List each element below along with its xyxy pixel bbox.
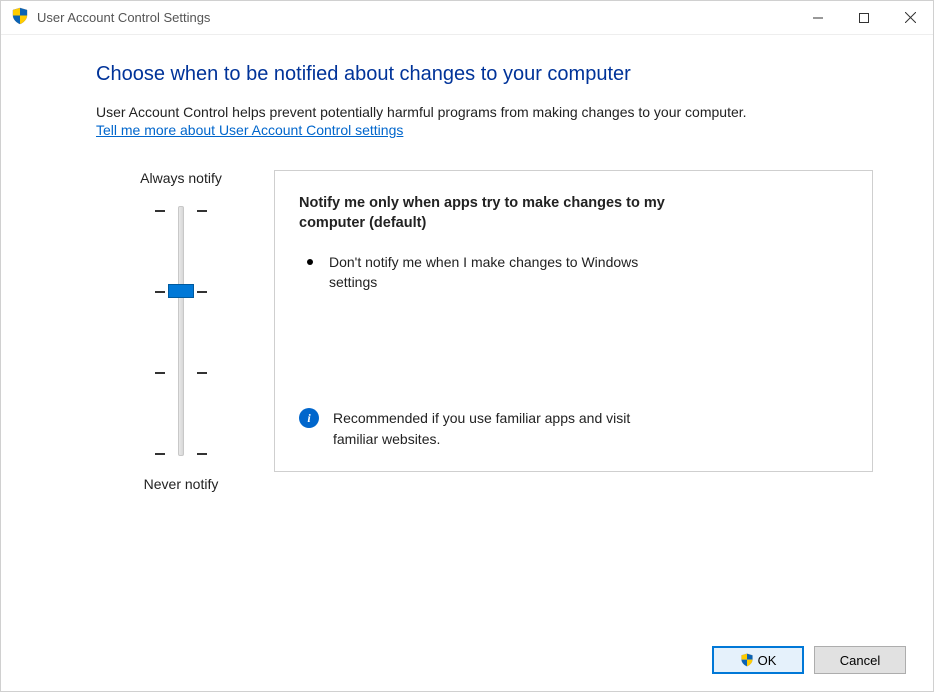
slider-track <box>178 206 184 456</box>
slider-label-never: Never notify <box>96 476 266 492</box>
learn-more-link[interactable]: Tell me more about User Account Control … <box>96 122 403 138</box>
recommendation-row: i Recommended if you use familiar apps a… <box>299 408 848 449</box>
slider-tick <box>155 372 165 374</box>
slider-tick <box>155 453 165 455</box>
close-button[interactable] <box>887 1 933 34</box>
panel-bullet-text: Don't notify me when I make changes to W… <box>329 252 659 293</box>
title-bar: User Account Control Settings <box>1 1 933 35</box>
slider-tick <box>155 291 165 293</box>
panel-title: Notify me only when apps try to make cha… <box>299 193 679 234</box>
slider-tick <box>197 372 207 374</box>
slider-tick <box>197 291 207 293</box>
cancel-button-label: Cancel <box>840 653 880 668</box>
dialog-footer: OK Cancel <box>712 646 906 674</box>
slider-tick <box>197 210 207 212</box>
bullet-icon <box>307 259 313 265</box>
settings-row: Always notify Never notify Notify me onl… <box>96 170 873 492</box>
shield-icon <box>740 653 754 667</box>
ok-button-label: OK <box>758 653 777 668</box>
minimize-button[interactable] <box>795 1 841 34</box>
window-title: User Account Control Settings <box>37 10 795 25</box>
content-area: Choose when to be notified about changes… <box>1 35 933 492</box>
slider-thumb[interactable] <box>168 284 194 298</box>
maximize-button[interactable] <box>841 1 887 34</box>
slider-tick <box>155 210 165 212</box>
recommendation-text: Recommended if you use familiar apps and… <box>333 408 673 449</box>
slider-label-always: Always notify <box>96 170 266 186</box>
slider-tick <box>197 453 207 455</box>
page-heading: Choose when to be notified about changes… <box>96 63 873 86</box>
shield-icon <box>11 7 29 28</box>
description-panel: Notify me only when apps try to make cha… <box>274 170 873 472</box>
slider-column: Always notify Never notify <box>96 170 266 492</box>
notification-slider[interactable] <box>96 202 266 460</box>
info-icon: i <box>299 408 319 428</box>
ok-button[interactable]: OK <box>712 646 804 674</box>
panel-bullet-row: Don't notify me when I make changes to W… <box>307 252 848 293</box>
window-controls <box>795 1 933 34</box>
cancel-button[interactable]: Cancel <box>814 646 906 674</box>
intro-text: User Account Control helps prevent poten… <box>96 104 873 120</box>
